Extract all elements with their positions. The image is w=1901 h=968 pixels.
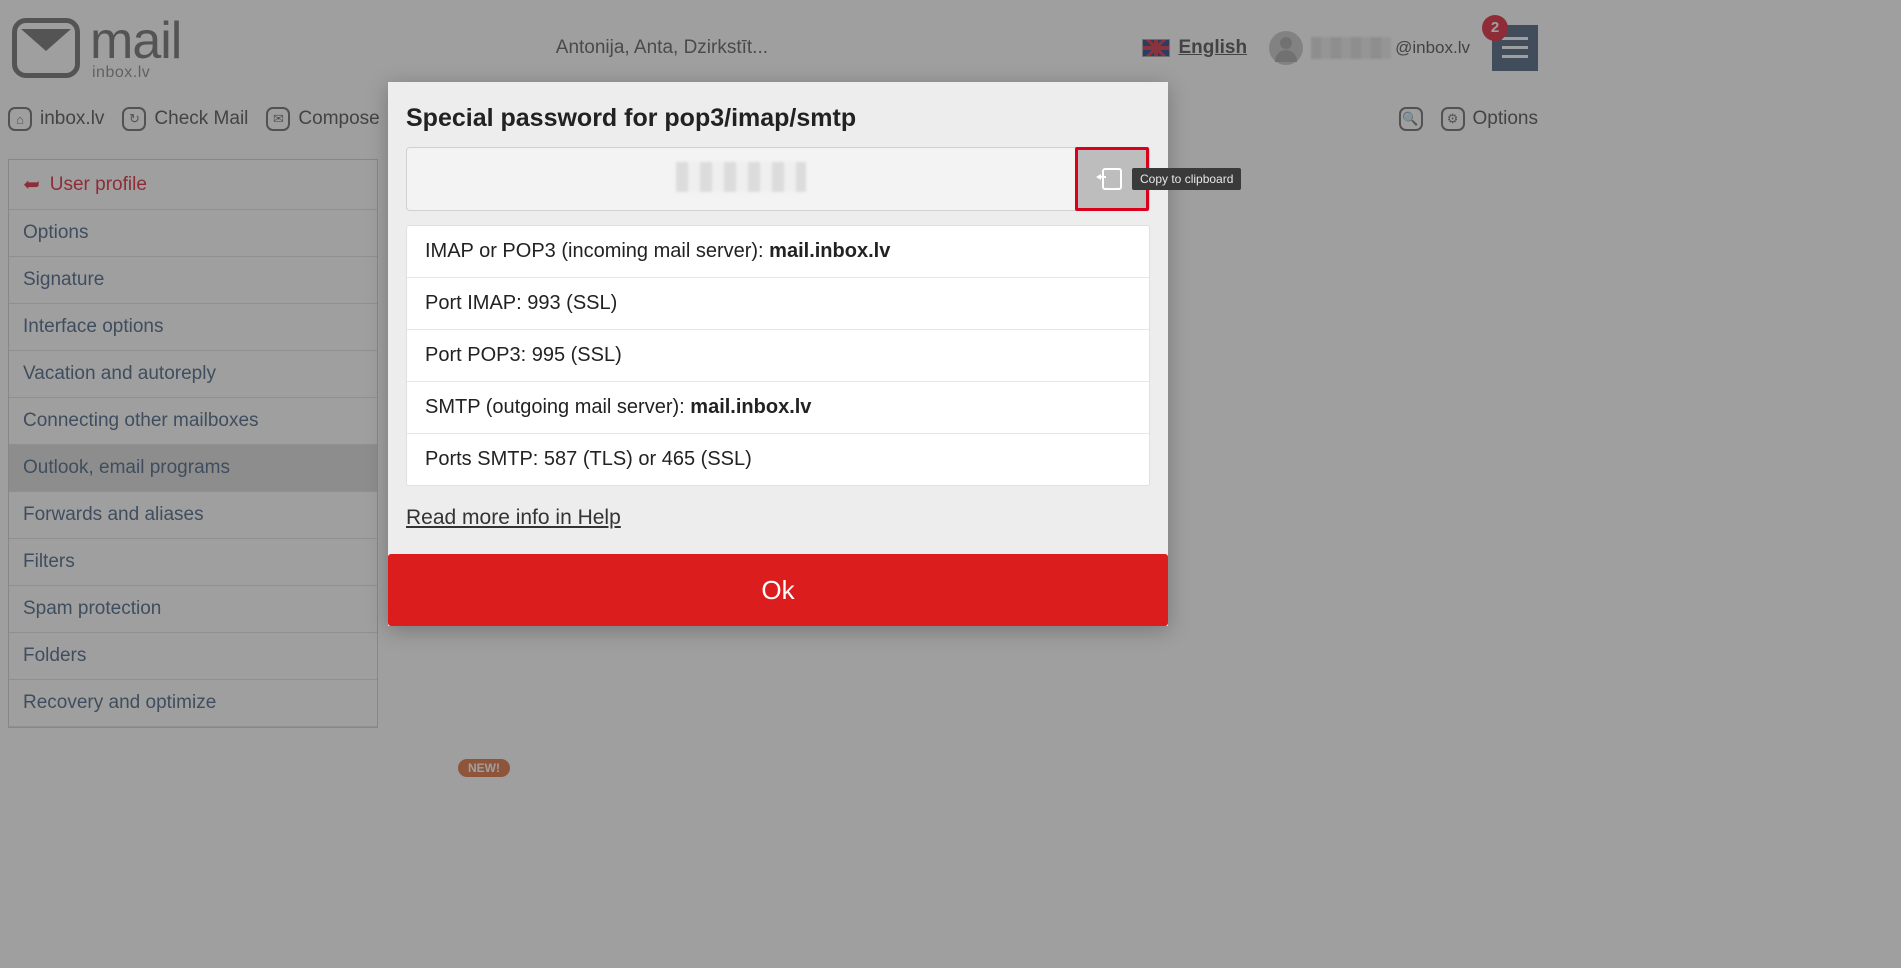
- dialog-title: Special password for pop3/imap/smtp: [388, 82, 1168, 147]
- help-link[interactable]: Read more info in Help: [406, 506, 621, 530]
- copy-to-clipboard-button[interactable]: Copy to clipboard: [1075, 147, 1149, 211]
- list-item: SMTP (outgoing mail server): mail.inbox.…: [407, 381, 1149, 433]
- password-redacted: [676, 162, 806, 192]
- password-field: Copy to clipboard: [406, 147, 1150, 211]
- clipboard-icon: [1102, 168, 1122, 190]
- ok-button[interactable]: Ok: [388, 554, 1168, 626]
- server-settings-list: IMAP or POP3 (incoming mail server): mai…: [406, 225, 1150, 486]
- copy-tooltip: Copy to clipboard: [1132, 168, 1241, 190]
- list-item: Port POP3: 995 (SSL): [407, 329, 1149, 381]
- special-password-dialog: Special password for pop3/imap/smtp Copy…: [388, 82, 1168, 626]
- list-item: Ports SMTP: 587 (TLS) or 465 (SSL): [407, 433, 1149, 485]
- list-item: Port IMAP: 993 (SSL): [407, 277, 1149, 329]
- list-item: IMAP or POP3 (incoming mail server): mai…: [407, 226, 1149, 277]
